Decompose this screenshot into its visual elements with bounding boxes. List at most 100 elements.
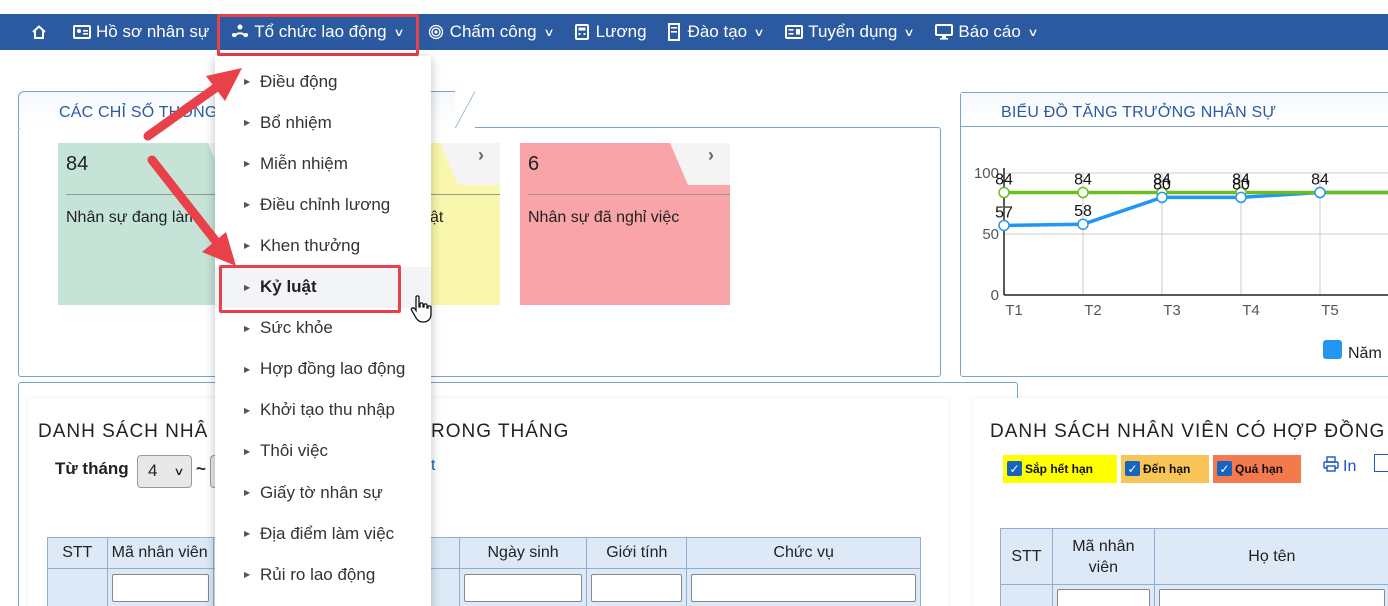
export-icon[interactable]	[1374, 454, 1388, 472]
menu-item[interactable]: ▶ Giấy tờ nhân sự	[215, 472, 431, 513]
col-gioi-tinh[interactable]: Giới tính	[586, 537, 688, 569]
menu-item[interactable]: ▶ Thôi việc	[215, 431, 431, 472]
filter-den-han[interactable]: ✓ Đến hạn	[1121, 455, 1209, 483]
caret-right-icon: ▶	[244, 118, 251, 128]
menu-item[interactable]: ▶ Bổ nhiệm	[215, 102, 431, 143]
birthday-title-left: DANH SÁCH NHÂ	[38, 421, 209, 442]
menu-item[interactable]: ▶ Khen thưởng	[215, 225, 431, 266]
card-value: 6	[528, 153, 540, 175]
menu-item[interactable]: ▶ Điều động	[215, 61, 431, 102]
menu-item-label: Giấy tờ nhân sự	[260, 482, 383, 502]
print-button[interactable]: In	[1323, 456, 1356, 477]
filter-cell	[47, 568, 108, 606]
col-ngay-sinh[interactable]: Ngày sinh	[458, 537, 588, 569]
print-label: In	[1343, 457, 1357, 475]
nav-item-bao-cao[interactable]: Báo cáo ∨	[927, 14, 1044, 50]
y-tick-label: 50	[982, 226, 999, 243]
col-stt[interactable]: STT	[47, 537, 108, 569]
col-ho-ten[interactable]: Họ tên	[1153, 528, 1388, 585]
x-tick-label: T5	[1321, 302, 1339, 319]
address-card-icon	[785, 23, 804, 41]
filter-cell	[586, 568, 688, 606]
menu-item[interactable]: ▶ Miễn nhiệm	[215, 143, 431, 184]
filter-label: Đến hạn	[1143, 462, 1191, 476]
card-label: ật	[430, 209, 444, 226]
to-chuc-dropdown-menu: ▶ Điều động ▶ Bổ nhiệm ▶ Miễn nhiệm ▶ Điều chỉn…	[215, 56, 431, 606]
filter-ma-nv-input[interactable]	[1056, 589, 1150, 606]
data-label: 84	[995, 172, 1013, 189]
menu-item[interactable]: ▶ Địa điểm làm việc	[215, 513, 431, 554]
nav-item-cham-cong[interactable]: Chấm công ∨	[419, 14, 561, 50]
checkbox-checked-icon[interactable]: ✓	[1125, 461, 1140, 476]
home-icon	[30, 23, 48, 41]
filter-sap-het-han[interactable]: ✓ Sắp hết hạn	[1003, 455, 1117, 483]
legend-label: Năm	[1348, 345, 1382, 362]
card-value: 84	[66, 153, 89, 175]
data-point	[1235, 191, 1247, 204]
tab-corner	[455, 91, 475, 128]
caret-right-icon: ▶	[244, 200, 251, 210]
data-point	[998, 219, 1010, 232]
select-value: 4	[148, 461, 158, 480]
export-link[interactable]: t	[431, 457, 435, 475]
series-line	[1003, 190, 1388, 228]
nav-item-tuyen-dung[interactable]: Tuyển dụng ∨	[777, 14, 921, 50]
card-label: Nhân sự đã nghỉ việc	[528, 209, 680, 226]
checkbox-checked-icon[interactable]: ✓	[1217, 461, 1232, 476]
col-chuc-vu[interactable]: Chức vụ	[686, 537, 921, 569]
filter-cell	[686, 568, 921, 606]
checkbox-checked-icon[interactable]: ✓	[1007, 461, 1022, 476]
col-ma-nv[interactable]: Mã nhân viên	[1051, 528, 1155, 585]
menu-item-label: Điều chỉnh lương	[260, 194, 391, 214]
menu-item[interactable]: ▶ Điều chỉnh lương	[215, 184, 431, 225]
chevron-down-icon: ∨	[542, 26, 555, 39]
data-label: 58	[1074, 203, 1092, 220]
birthday-title-right: RONG THÁNG	[431, 421, 570, 442]
filter-chuc-vu-input[interactable]	[691, 573, 916, 602]
printer-icon	[1323, 456, 1339, 477]
nav-label: Báo cáo	[958, 22, 1021, 41]
x-tick-label: T4	[1242, 302, 1260, 319]
filter-ma-nv-input[interactable]	[111, 573, 209, 602]
filter-ho-ten-input[interactable]	[1158, 589, 1385, 606]
filter-gioi-tinh-input[interactable]	[591, 573, 683, 602]
stat-card-resigned[interactable]: › 6 Nhân sự đã nghỉ việc	[520, 143, 730, 305]
nav-label: Tuyển dụng	[808, 22, 898, 41]
monitor-icon	[935, 23, 954, 41]
range-separator: ~	[196, 459, 206, 478]
col-stt[interactable]: STT	[1000, 528, 1053, 585]
caret-right-icon: ▶	[244, 570, 251, 580]
contract-title: DANH SÁCH NHÂN VIÊN CÓ HỢP ĐỒNG	[990, 421, 1386, 442]
indicators-title: CÁC CHỈ SỐ THỐNG	[59, 104, 218, 121]
home-link[interactable]	[0, 14, 65, 50]
menu-item[interactable]: ▶ Rủi ro lao động	[215, 554, 431, 595]
menu-item-label: Hợp đồng lao động	[260, 359, 406, 379]
menu-item-label: Bổ nhiệm	[260, 112, 332, 132]
data-label: 80	[1232, 176, 1250, 193]
main-navbar: Hồ sơ nhân sự Tổ chức lao động ∨ Chấm cô…	[0, 14, 1388, 50]
caret-right-icon: ▶	[244, 77, 251, 86]
menu-item[interactable]: ▶ Sức khỏe	[215, 308, 431, 349]
filter-qua-han[interactable]: ✓ Quá hạn	[1213, 455, 1301, 483]
book-icon	[665, 23, 683, 41]
filter-cell	[458, 568, 588, 606]
card-fold: ›	[670, 143, 730, 185]
from-month-select[interactable]: 4 ∨	[137, 455, 192, 488]
nav-label: Lương	[595, 22, 647, 41]
filter-ngay-sinh-input[interactable]	[463, 573, 583, 602]
fingerprint-icon	[427, 23, 445, 41]
menu-item[interactable]: ▶ Khởi tạo thu nhập	[215, 390, 431, 431]
nav-item-luong[interactable]: Lương	[565, 14, 655, 50]
chevron-down-icon: ∨	[1027, 26, 1039, 39]
chevron-right-icon: ›	[478, 145, 484, 165]
filter-label: Quá hạn	[1235, 462, 1284, 476]
col-ma-nv[interactable]: Mã nhân viên	[106, 537, 214, 569]
caret-right-icon: ▶	[244, 446, 251, 456]
nav-item-dao-tao[interactable]: Đào tạo ∨	[657, 14, 772, 50]
nav-item-ho-so[interactable]: Hồ sơ nhân sự	[65, 14, 217, 50]
menu-item[interactable]: ▶ Hợp đồng lao động	[215, 349, 431, 390]
menu-item-label: Rủi ro lao động	[260, 564, 376, 584]
id-card-icon	[73, 23, 91, 41]
x-tick-label: T1	[1005, 302, 1023, 319]
caret-right-icon: ▶	[244, 364, 251, 374]
